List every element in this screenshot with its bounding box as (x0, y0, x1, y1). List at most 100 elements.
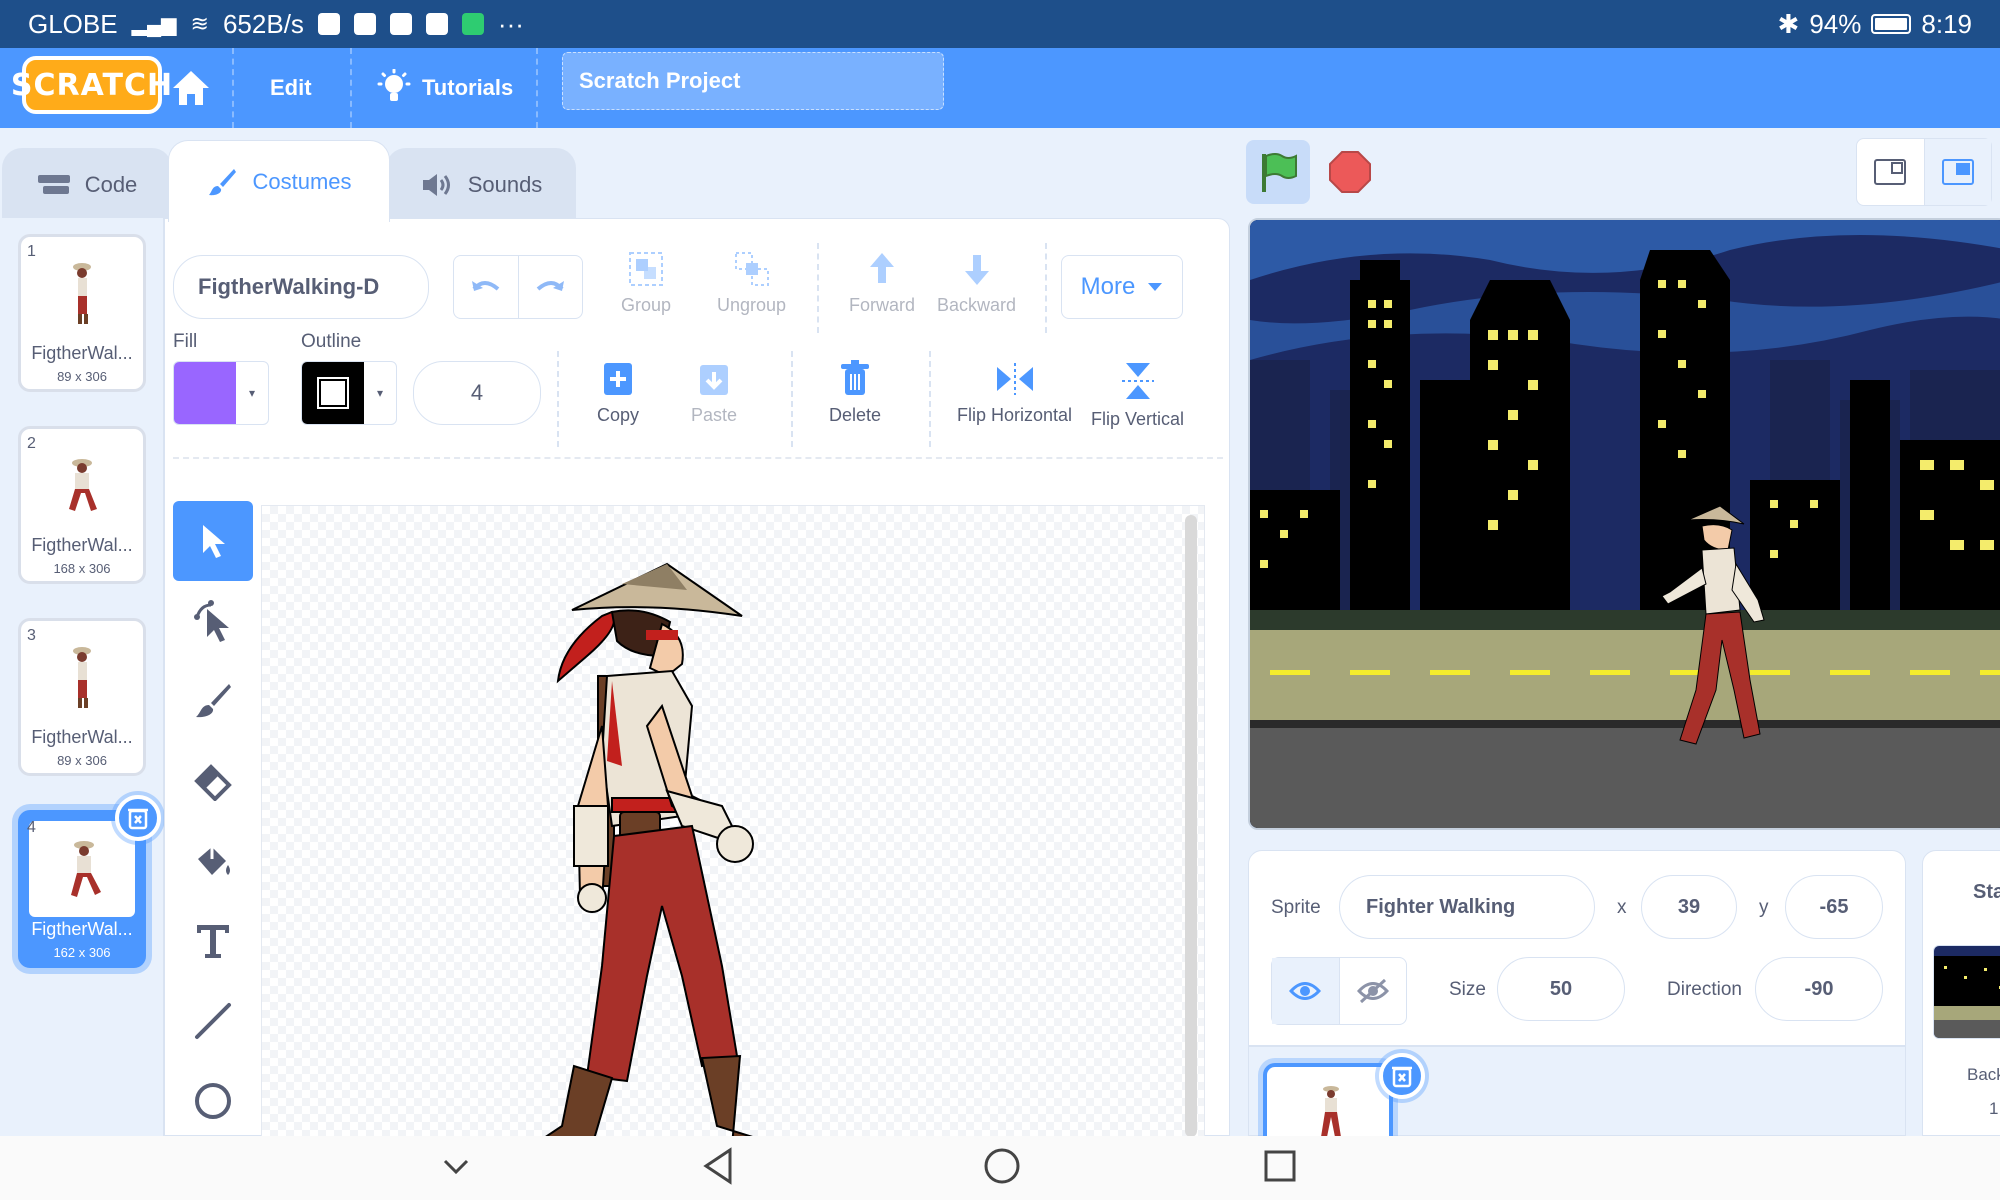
flip-horizontal-label: Flip Horizontal (957, 405, 1073, 425)
fill-color-picker[interactable]: ▾ (173, 361, 269, 425)
back-button[interactable] (700, 1146, 736, 1191)
stop-button[interactable] (1318, 140, 1382, 204)
y-position-input[interactable]: -65 (1785, 875, 1883, 939)
line-tool[interactable] (173, 981, 253, 1061)
home-nav-button[interactable] (982, 1146, 1022, 1191)
home-button[interactable] (170, 48, 212, 128)
backward-icon (964, 255, 989, 285)
project-title-input[interactable]: Scratch Project (562, 52, 944, 110)
small-stage-button[interactable] (1857, 139, 1925, 205)
reshape-tool[interactable] (173, 581, 253, 661)
costume-size: 168 x 306 (53, 561, 111, 576)
undo-button[interactable] (454, 256, 519, 318)
delete-sprite-button[interactable] (1379, 1053, 1425, 1099)
costume-item[interactable]: 2 FigtherWal... 168 x 306 (18, 426, 146, 584)
sprite-name-input[interactable]: Fighter Walking (1339, 875, 1595, 939)
costume-item[interactable]: 1 FigtherWal... 89 x 306 (18, 234, 146, 392)
size-label: Size (1449, 979, 1486, 1000)
circle-tool[interactable] (173, 1061, 253, 1141)
chevron-down-icon (1148, 283, 1163, 291)
stage-panel-label: Stag (1973, 881, 2000, 903)
costume-list: 1 FigtherWal... 89 x 306 2 FigtherWal...… (0, 218, 164, 1136)
stage[interactable] (1248, 218, 2000, 830)
signal-icon: ▂▄▆ (131, 13, 177, 36)
code-blocks-icon (37, 174, 70, 194)
size-input[interactable]: 50 (1497, 957, 1625, 1021)
stage-target-panel[interactable]: Stag Backd 1 (1922, 850, 2000, 1136)
forward-button[interactable]: Forward (849, 249, 915, 316)
costume-thumbnail (29, 821, 135, 917)
group-button[interactable]: Group (621, 249, 671, 316)
edit-menu[interactable]: Edit (270, 48, 312, 128)
costume-item[interactable]: 3 FigtherWal... 89 x 306 (18, 618, 146, 776)
backdrop-thumbnail[interactable] (1933, 945, 2000, 1039)
mail-icon (389, 13, 412, 35)
size-value: 50 (1549, 977, 1573, 1000)
recents-button[interactable] (1262, 1148, 1298, 1189)
paste-button[interactable]: Paste (691, 359, 737, 426)
wifi-icon: ≋ (190, 11, 209, 36)
backdrop-count: 1 (1989, 1099, 1999, 1118)
sprite-info-panel: Sprite Fighter Walking x 39 y -65 Size 5… (1248, 850, 1906, 1046)
flip-vertical-label: Flip Vertical (1091, 409, 1185, 429)
flip-horizontal-button[interactable]: Flip Horizontal (957, 359, 1072, 426)
ungroup-button[interactable]: Ungroup (717, 249, 786, 316)
x-position-input[interactable]: 39 (1641, 875, 1737, 939)
delete-costume-button[interactable] (115, 795, 161, 841)
tab-sounds-label: Sounds (467, 171, 543, 197)
brush-tool[interactable] (173, 661, 253, 741)
drawing-canvas[interactable] (261, 505, 1205, 1147)
x-value: 39 (1677, 895, 1701, 918)
chevron-down-icon: ▾ (376, 386, 384, 400)
canvas-scrollbar[interactable] (1185, 515, 1197, 1137)
outline-color-picker[interactable]: ▾ (301, 361, 397, 425)
home-circle-icon (984, 1148, 1020, 1184)
small-stage-icon (1874, 159, 1907, 185)
tab-code[interactable]: Code (2, 148, 172, 220)
backward-button[interactable]: Backward (937, 249, 1016, 316)
flip-vertical-button[interactable]: Flip Vertical (1091, 359, 1184, 430)
tab-sounds[interactable]: Sounds (386, 148, 576, 220)
battery-percent: 94% (1809, 8, 1862, 39)
green-flag-button[interactable] (1246, 140, 1310, 204)
tab-costumes[interactable]: Costumes (168, 140, 390, 222)
costume-name-input[interactable]: FigtherWalking-D (173, 255, 429, 319)
direction-value: -90 (1804, 977, 1834, 1000)
costume-name: FigtherWal... (31, 727, 133, 747)
outline-width-input[interactable]: 4 (413, 361, 541, 425)
costume-name: FigtherWal... (31, 343, 133, 363)
hide-sprite-button[interactable] (1340, 958, 1407, 1024)
copy-button[interactable]: Copy (597, 359, 639, 426)
tutorials-label: Tutorials (422, 75, 514, 100)
show-sprite-button[interactable] (1272, 958, 1340, 1024)
backdrop-thumbnail-image (1934, 956, 2000, 1038)
recents-square-icon (1264, 1150, 1296, 1182)
direction-input[interactable]: -90 (1755, 957, 1883, 1021)
scratch-logo[interactable]: SCRATCH (11, 56, 172, 114)
backdrops-label: Backd (1967, 1065, 2000, 1084)
trash-icon (1392, 1066, 1412, 1088)
stage-backdrop (1250, 220, 2000, 828)
hide-keyboard-button[interactable] (440, 1150, 472, 1187)
fill-tool[interactable] (173, 821, 253, 901)
backward-label: Backward (937, 295, 1017, 315)
stop-icon (1329, 151, 1371, 193)
redo-button[interactable] (519, 256, 583, 318)
costume-item-selected[interactable]: 4 FigtherWal... 162 x 306 (18, 795, 161, 968)
tab-costumes-label: Costumes (252, 168, 352, 194)
outline-width-value: 4 (470, 380, 484, 405)
x-label: x (1617, 897, 1627, 918)
status-bar: GLOBE ▂▄▆ ≋ 652B/s ··· ✱ 94% 8:19 (0, 0, 2000, 48)
select-tool[interactable] (173, 501, 253, 581)
text-tool[interactable] (173, 901, 253, 981)
more-button[interactable]: More (1061, 255, 1183, 319)
eraser-tool[interactable] (173, 741, 253, 821)
sprite-thumbnail-fighter[interactable] (1263, 1063, 1393, 1143)
tutorials-button[interactable]: Tutorials (376, 48, 513, 128)
facebook-icon (317, 13, 340, 35)
normal-stage-button[interactable] (1924, 139, 1991, 205)
costume-number: 4 (27, 819, 36, 836)
costume-artwork (528, 562, 783, 1147)
delete-button[interactable]: Delete (829, 359, 881, 426)
eye-hidden-icon (1356, 978, 1389, 1004)
